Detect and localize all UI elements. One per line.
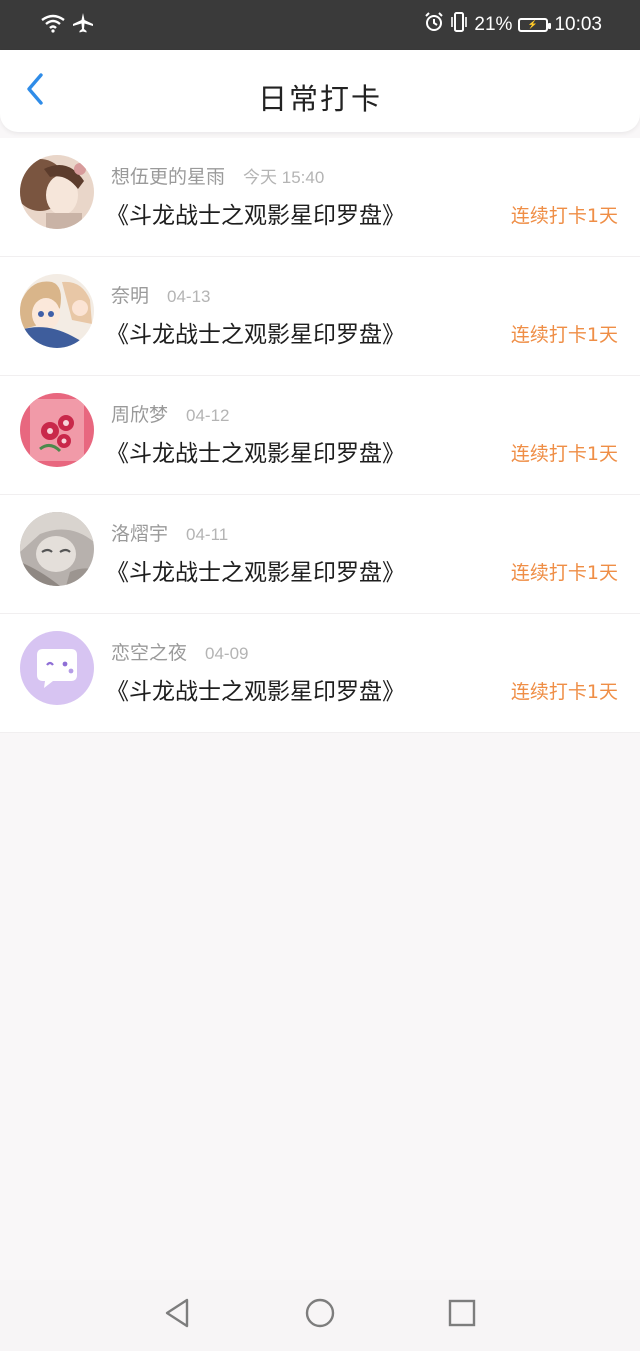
username-text: 周欣梦 — [111, 404, 169, 426]
checkin-date: 今天 15:40 — [243, 168, 325, 187]
checkin-date: 04-11 — [186, 525, 229, 544]
streak-label: 连续打卡1天 — [510, 562, 618, 584]
status-right-icons: 21% ⚡ 10:03 — [424, 10, 602, 40]
avatar[interactable] — [20, 631, 94, 705]
username: 恋空之夜 04-09 — [111, 638, 249, 665]
streak-label: 连续打卡1天 — [510, 324, 618, 346]
username-text: 想伍更的星雨 — [111, 166, 226, 188]
triangle-back-icon — [163, 1297, 191, 1333]
username: 奈明 04-13 — [111, 281, 211, 308]
checkin-date: 04-12 — [186, 406, 230, 425]
navigation-bar — [0, 1280, 640, 1351]
circle-home-icon — [304, 1297, 336, 1333]
airplane-icon — [72, 12, 94, 38]
list-item[interactable]: 洛熠宇 04-11 《斗龙战士之观影星印罗盘》 连续打卡1天 — [0, 495, 640, 614]
vibrate-icon — [450, 11, 468, 39]
username-text: 洛熠宇 — [111, 523, 169, 545]
nav-recents-button[interactable] — [444, 1297, 480, 1333]
square-recents-icon — [448, 1299, 476, 1331]
nav-home-button[interactable] — [302, 1297, 338, 1333]
list-item[interactable]: 恋空之夜 04-09 《斗龙战士之观影星印罗盘》 连续打卡1天 — [0, 614, 640, 733]
status-left-icons — [40, 12, 94, 38]
header: 日常打卡 — [0, 50, 640, 132]
avatar[interactable] — [20, 512, 94, 586]
status-time: 10:03 — [554, 14, 602, 35]
username: 洛熠宇 04-11 — [111, 519, 228, 546]
streak-label: 连续打卡1天 — [510, 205, 618, 227]
list-item[interactable]: 周欣梦 04-12 《斗龙战士之观影星印罗盘》 连续打卡1天 — [0, 376, 640, 495]
checkin-title: 《斗龙战士之观影星印罗盘》 — [106, 560, 405, 586]
avatar[interactable] — [20, 274, 94, 348]
username-text: 恋空之夜 — [111, 642, 188, 664]
status-bar: 21% ⚡ 10:03 — [0, 0, 640, 50]
wifi-icon — [40, 13, 66, 37]
page-title: 日常打卡 — [257, 82, 382, 116]
checkin-list: 想伍更的星雨 今天 15:40 《斗龙战士之观影星印罗盘》 连续打卡1天 奈明 04… — [0, 138, 640, 733]
streak-label: 连续打卡1天 — [510, 443, 618, 465]
list-item[interactable]: 奈明 04-13 《斗龙战士之观影星印罗盘》 连续打卡1天 — [0, 257, 640, 376]
username: 想伍更的星雨 今天 15:40 — [111, 162, 324, 189]
streak-label: 连续打卡1天 — [510, 681, 618, 703]
checkin-date: 04-13 — [167, 287, 211, 306]
username-text: 奈明 — [111, 285, 150, 307]
list-item[interactable]: 想伍更的星雨 今天 15:40 《斗龙战士之观影星印罗盘》 连续打卡1天 — [0, 138, 640, 257]
username: 周欣梦 04-12 — [111, 400, 230, 427]
battery-icon: ⚡ — [518, 18, 552, 32]
checkin-title: 《斗龙战士之观影星印罗盘》 — [106, 203, 405, 229]
checkin-title: 《斗龙战士之观影星印罗盘》 — [106, 322, 405, 348]
avatar[interactable] — [20, 155, 94, 229]
alarm-icon — [424, 12, 444, 38]
checkin-title: 《斗龙战士之观影星印罗盘》 — [106, 441, 405, 467]
checkin-title: 《斗龙战士之观影星印罗盘》 — [106, 679, 405, 705]
avatar[interactable] — [20, 393, 94, 467]
battery-percent: 21% — [474, 14, 513, 35]
nav-back-button[interactable] — [159, 1297, 195, 1333]
checkin-date: 04-09 — [205, 644, 249, 663]
